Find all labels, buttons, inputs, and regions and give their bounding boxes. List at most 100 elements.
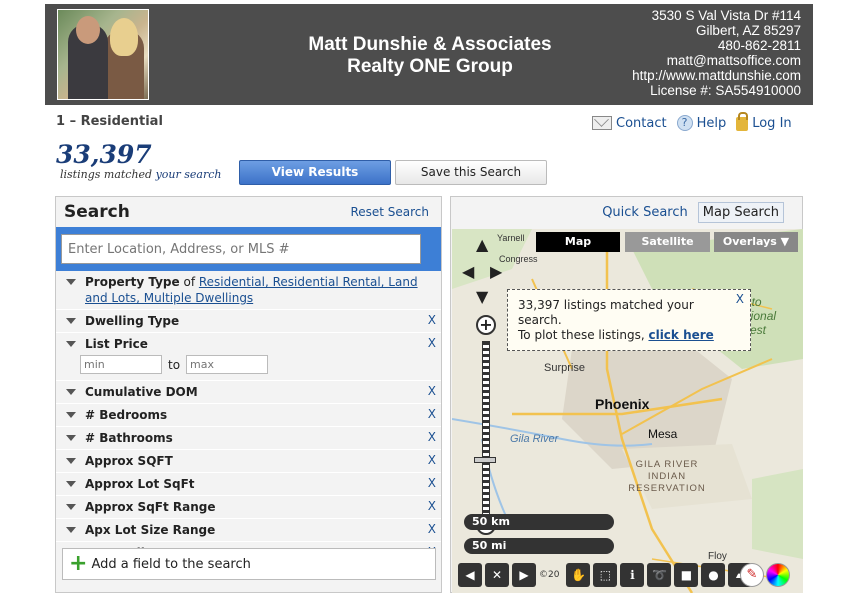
remove-criteria-button[interactable]: X: [428, 522, 436, 536]
criteria-lot-size-range[interactable]: Apx Lot Size Range X: [56, 519, 441, 542]
search-panel-header: Search Reset Search: [56, 197, 441, 227]
map-label-congress: Congress: [499, 254, 538, 264]
criteria-dwelling-type[interactable]: Dwelling Type X: [56, 310, 441, 333]
reset-search-link[interactable]: Reset Search: [350, 205, 429, 219]
criteria-cumulative-dom[interactable]: Cumulative DOM X: [56, 381, 441, 404]
remove-criteria-button[interactable]: X: [428, 313, 436, 327]
results-count: 33,397: [56, 140, 152, 169]
price-range: to: [56, 355, 441, 380]
collapse-triangle-icon: [66, 318, 76, 324]
collapse-triangle-icon: [66, 341, 76, 347]
popup-close-button[interactable]: X: [736, 292, 744, 307]
plot-listings-link[interactable]: click here: [648, 328, 713, 342]
header-banner: Matt Dunshie & Associates Realty ONE Gro…: [45, 4, 813, 105]
email: matt@mattsoffice.com: [666, 53, 801, 68]
lock-icon: [736, 112, 749, 131]
location-search-input[interactable]: [61, 234, 421, 264]
remove-criteria-button[interactable]: X: [428, 476, 436, 490]
zoom-in-button[interactable]: +: [476, 315, 496, 335]
criteria-list: Property Type of Residential, Residentia…: [56, 271, 441, 558]
map-panel: Quick Search Map Search Map Satellite Ov…: [450, 196, 803, 593]
map-overlays-button[interactable]: Overlays ▼: [714, 232, 798, 252]
criteria-property-type[interactable]: Property Type of Residential, Residentia…: [56, 271, 441, 310]
envelope-icon: [592, 116, 612, 130]
criteria-approx-lot-sqft[interactable]: Approx Lot SqFt X: [56, 473, 441, 496]
remove-criteria-button[interactable]: X: [428, 499, 436, 513]
criteria-bedrooms[interactable]: # Bedrooms X: [56, 404, 441, 427]
collapse-triangle-icon: [66, 458, 76, 464]
scale-bar-km: 50 km: [464, 514, 614, 530]
map-copyright: ©20: [539, 570, 560, 580]
prev-icon[interactable]: ◀: [458, 563, 482, 587]
search-panel: Search Reset Search Property Type of Res…: [55, 196, 442, 593]
remove-criteria-button[interactable]: X: [428, 336, 436, 350]
map-canvas[interactable]: Map Satellite Overlays ▼ ▲ ◀ ▶ ▼ + − Yar…: [452, 229, 803, 593]
website: http://www.mattdunshie.com: [632, 68, 801, 83]
map-label-reservation: GILA RIVER INDIAN RESERVATION: [628, 459, 706, 494]
zoom-slider[interactable]: [482, 341, 490, 523]
map-label-gila-river: Gila River: [510, 433, 559, 445]
map-label-surprise: Surprise: [544, 362, 585, 374]
pan-left-icon[interactable]: ◀: [462, 262, 474, 281]
criteria-approx-sqft[interactable]: Approx SQFT X: [56, 450, 441, 473]
address-line-2: Gilbert, AZ 85297: [695, 23, 801, 38]
rectangle-tool-icon[interactable]: ■: [674, 563, 699, 587]
circle-tool-icon[interactable]: ●: [701, 563, 726, 587]
hand-tool-icon[interactable]: ✋: [566, 563, 591, 587]
max-price-input[interactable]: [186, 355, 269, 374]
map-label-phoenix: Phoenix: [595, 396, 650, 412]
add-field-button[interactable]: + Add a field to the search: [62, 548, 436, 580]
info-icon[interactable]: ℹ: [620, 563, 645, 587]
map-tabs: Quick Search Map Search: [451, 197, 802, 227]
search-title: Search: [64, 202, 130, 222]
save-search-button[interactable]: Save this Search: [395, 160, 547, 185]
view-results-button[interactable]: View Results: [239, 160, 391, 185]
fullscreen-icon[interactable]: ✕: [485, 563, 509, 587]
login-link[interactable]: Log In: [736, 112, 792, 131]
criteria-list-price[interactable]: List Price X to: [56, 333, 441, 381]
collapse-triangle-icon: [66, 389, 76, 395]
remove-criteria-button[interactable]: X: [428, 407, 436, 421]
plus-icon: +: [69, 551, 88, 576]
min-price-input[interactable]: [80, 355, 162, 374]
results-popup: X 33,397 listings matched your search. T…: [507, 289, 751, 351]
pan-down-icon[interactable]: ▼: [476, 287, 488, 306]
map-label-mesa: Mesa: [648, 427, 678, 441]
criteria-approx-sqft-range[interactable]: Approx SqFt Range X: [56, 496, 441, 519]
tab-quick-search[interactable]: Quick Search: [598, 203, 692, 222]
pan-right-icon[interactable]: ▶: [490, 262, 502, 281]
scale-bar-mi: 50 mi: [464, 538, 614, 554]
results-caption: listings matched your search: [60, 168, 222, 181]
collapse-triangle-icon: [66, 527, 76, 533]
top-links: Contact ? Help Log In: [592, 112, 792, 131]
phone: 480-862-2811: [717, 38, 801, 53]
help-icon: ?: [676, 115, 693, 131]
collapse-triangle-icon: [66, 412, 76, 418]
lasso-tool-icon[interactable]: ➰: [647, 563, 672, 587]
remove-criteria-button[interactable]: X: [428, 430, 436, 444]
collapse-triangle-icon: [66, 435, 76, 441]
collapse-triangle-icon: [66, 504, 76, 510]
pan-up-icon[interactable]: ▲: [476, 235, 488, 254]
help-link[interactable]: ? Help: [676, 115, 726, 131]
company-line-1: Matt Dunshie & Associates: [308, 34, 552, 55]
category-title: 1 – Residential: [56, 114, 163, 129]
criteria-bathrooms[interactable]: # Bathrooms X: [56, 427, 441, 450]
map-type-map-button[interactable]: Map: [536, 232, 620, 252]
map-label-florence: Floy: [708, 551, 727, 562]
zoom-slider-thumb[interactable]: [474, 457, 496, 463]
select-tool-icon[interactable]: ⬚: [593, 563, 618, 587]
pin-tool-icon[interactable]: ✎: [740, 563, 764, 587]
remove-criteria-button[interactable]: X: [428, 453, 436, 467]
color-picker-icon[interactable]: [766, 563, 790, 587]
collapse-triangle-icon: [66, 481, 76, 487]
location-bar: [56, 227, 441, 271]
collapse-triangle-icon: [66, 279, 76, 285]
remove-criteria-button[interactable]: X: [428, 384, 436, 398]
map-type-satellite-button[interactable]: Satellite: [625, 232, 710, 252]
next-icon[interactable]: ▶: [512, 563, 536, 587]
contact-link[interactable]: Contact: [592, 116, 667, 131]
tab-map-search[interactable]: Map Search: [697, 201, 784, 223]
company-line-2: Realty ONE Group: [347, 56, 513, 77]
agent-photo: [57, 9, 149, 100]
